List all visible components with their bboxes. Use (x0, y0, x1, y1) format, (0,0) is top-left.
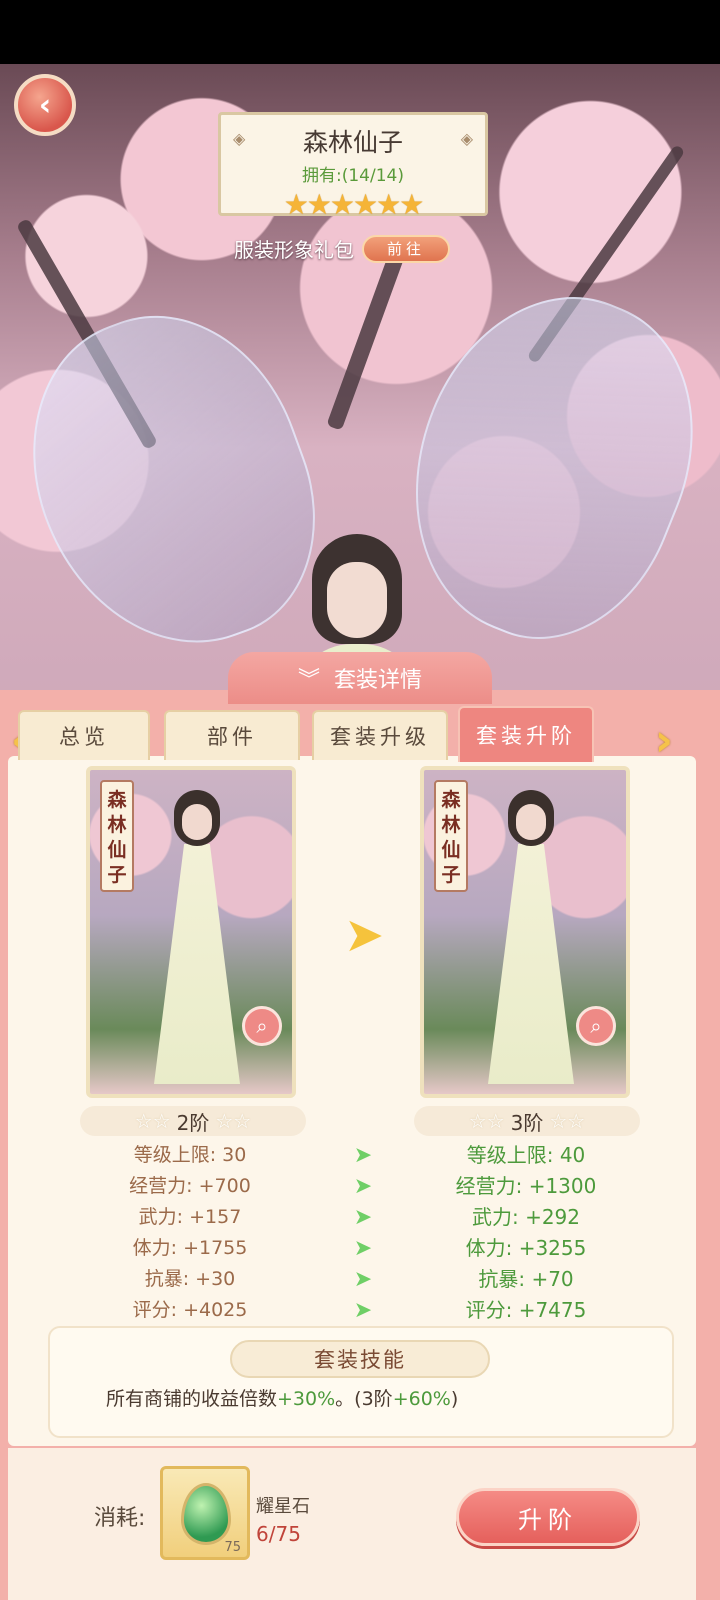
stat-score: 评分: +4025 (132, 1299, 248, 1321)
empty-star-icon: ☆☆ (549, 1109, 586, 1133)
stat-force: 武力: +292 (471, 1205, 581, 1229)
tab-parts[interactable]: 部件 (164, 710, 300, 760)
status-bar (0, 0, 720, 64)
outfit-figure (488, 790, 574, 1090)
next-outfit-card: 森林仙子 ⌕ (420, 766, 630, 1098)
next-stats: 等级上限: 40 经营力: +1300 武力: +292 体力: +3255 抗… (396, 1140, 656, 1326)
panel-title: 套装详情 (334, 668, 423, 693)
green-arrow-icon: ➤ (353, 1143, 373, 1168)
stat-level-cap: 等级上限: 40 (466, 1143, 586, 1167)
empty-star-icon: ☆☆ (134, 1109, 171, 1133)
stat-arrow-column: ➤ ➤ ➤ ➤ ➤ ➤ (348, 1140, 378, 1326)
back-arrow-icon: ‹ (38, 87, 52, 123)
ascend-button[interactable]: 升阶 (456, 1488, 640, 1546)
star-stone-gem-icon (181, 1483, 231, 1545)
outfit-title: 森林仙子 (302, 128, 403, 157)
stat-business: 经营力: +700 (129, 1175, 251, 1197)
next-tab-arrow-icon[interactable]: › (644, 712, 684, 768)
stat-level-cap: 等级上限: 30 (133, 1144, 247, 1166)
upgrade-arrow-icon: ➤ (343, 907, 385, 963)
green-arrow-icon: ➤ (353, 1267, 373, 1292)
skill-description: 所有商铺的收益倍数+30%。(3阶+60%) (106, 1384, 458, 1411)
next-tier-badge: ☆☆ 3阶 ☆☆ (414, 1106, 640, 1136)
gift-pack-row: 服装形象礼包 前往 (234, 234, 450, 263)
green-arrow-icon: ➤ (353, 1205, 373, 1230)
star-rating: ★★★★★★ (283, 188, 425, 221)
stat-crit-resist: 抗暴: +30 (144, 1268, 236, 1290)
outfit-name-vertical: 森林仙子 (100, 780, 134, 892)
outfit-name-vertical: 森林仙子 (434, 780, 468, 892)
current-outfit-card: 森林仙子 ⌕ (86, 766, 296, 1098)
owned-count: 拥有:(14/14) (302, 166, 404, 186)
stat-stamina: 体力: +3255 (465, 1236, 587, 1260)
stat-force: 武力: +157 (138, 1206, 242, 1228)
panel-header[interactable]: ︾ 套装详情 (228, 652, 492, 704)
item-name: 耀星石 (256, 1496, 310, 1517)
ornament-right-icon: ◈ (460, 129, 473, 148)
skill-desc-text: 。(3阶 (335, 1388, 393, 1410)
green-arrow-icon: ➤ (353, 1298, 373, 1323)
stat-crit-resist: 抗暴: +70 (478, 1267, 574, 1291)
empty-star-icon: ☆☆ (215, 1109, 252, 1133)
outfit-nameplate: ◈ ◈ 森林仙子 拥有:(14/14) ★★★★★★ (218, 112, 488, 221)
collapse-chevron-icon: ︾ (297, 668, 320, 693)
stat-stamina: 体力: +1755 (132, 1237, 248, 1259)
skill-title: 套装技能 (230, 1340, 490, 1378)
goto-button[interactable]: 前往 (362, 234, 450, 263)
skill-desc-bonus: +30% (277, 1388, 336, 1410)
item-count: 75 (224, 1540, 241, 1555)
next-tier: 3阶 (510, 1110, 544, 1135)
skill-desc-text: 所有商铺的收益倍数 (106, 1388, 278, 1410)
current-stats: 等级上限: 30 经营力: +700 武力: +157 体力: +1755 抗暴… (60, 1140, 320, 1326)
tab-set-upgrade[interactable]: 套装升级 (312, 710, 448, 760)
gift-pack-label: 服装形象礼包 (234, 238, 354, 262)
tab-overview[interactable]: 总览 (18, 710, 150, 760)
item-progress: 6/75 (256, 1522, 301, 1546)
skill-desc-bonus: +60% (392, 1388, 451, 1410)
green-arrow-icon: ➤ (353, 1236, 373, 1261)
zoom-icon[interactable]: ⌕ (242, 1006, 282, 1046)
back-button[interactable]: ‹ (14, 74, 76, 136)
green-arrow-icon: ➤ (353, 1174, 373, 1199)
stat-score: 评分: +7475 (465, 1298, 587, 1322)
skill-desc-text: ) (450, 1388, 459, 1410)
skill-title-text: 套装技能 (314, 1348, 406, 1372)
current-tier-badge: ☆☆ 2阶 ☆☆ (80, 1106, 306, 1136)
cost-label: 消耗: (94, 1506, 146, 1531)
outfit-figure (154, 790, 240, 1090)
current-tier: 2阶 (176, 1110, 210, 1135)
cost-item-slot[interactable]: 75 (160, 1466, 250, 1560)
tab-set-ascend[interactable]: 套装升阶 (458, 706, 594, 762)
ornament-left-icon: ◈ (233, 129, 246, 148)
zoom-icon[interactable]: ⌕ (576, 1006, 616, 1046)
empty-star-icon: ☆☆ (468, 1109, 505, 1133)
stat-business: 经营力: +1300 (455, 1174, 597, 1198)
